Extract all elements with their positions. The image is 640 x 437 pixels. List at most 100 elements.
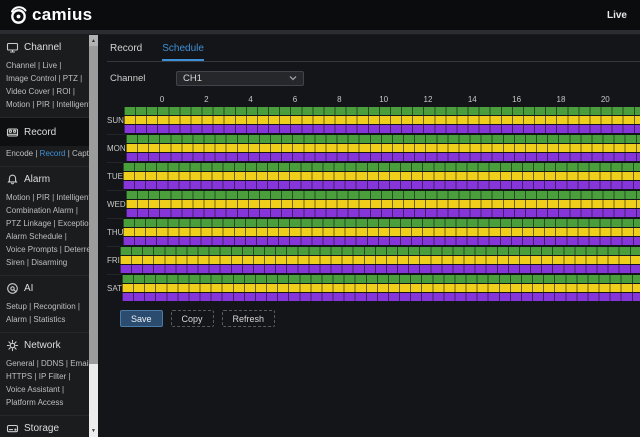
schedule-bar-record-normal[interactable] xyxy=(122,275,640,283)
schedule-bar-record-motion[interactable] xyxy=(123,172,640,180)
day-label: THU xyxy=(107,218,123,246)
tab-schedule[interactable]: Schedule xyxy=(162,43,204,61)
sidebar-link-email[interactable]: Email xyxy=(70,359,89,368)
sidebar-section-record: RecordEncode | Record | Capture xyxy=(0,117,89,166)
schedule-bar-record-normal[interactable] xyxy=(123,163,640,171)
sidebar-section-title: Storage xyxy=(24,423,59,434)
sidebar-link-motion[interactable]: Motion xyxy=(6,193,30,202)
day-label: FRI xyxy=(107,246,120,274)
schedule-bar-record-normal[interactable] xyxy=(120,247,640,255)
sidebar-link-combination-alarm[interactable]: Combination Alarm xyxy=(6,206,74,215)
day-label: SUN xyxy=(107,106,124,134)
sidebar-link-disarming[interactable]: Disarming xyxy=(31,258,67,267)
scrollbar-track-bottom[interactable]: ▼ xyxy=(89,364,98,437)
schedule-bar-record-normal[interactable] xyxy=(126,191,640,199)
sidebar-link-encode[interactable]: Encode xyxy=(6,149,33,158)
schedule-bar-record-motion[interactable] xyxy=(123,228,640,236)
sidebar-item: Combination Alarm | xyxy=(6,204,83,217)
live-menu-item[interactable]: Live xyxy=(607,10,627,21)
hour-tick-label: 0 xyxy=(160,95,164,104)
sidebar-link-intelligent[interactable]: Intelligent xyxy=(56,193,89,202)
sidebar-link-ip-filter[interactable]: IP Filter xyxy=(39,372,66,381)
hour-tick-label: 2 xyxy=(204,95,208,104)
sidebar-section-header-storage[interactable]: Storage xyxy=(0,416,89,437)
schedule-bar-record-pir[interactable] xyxy=(126,153,640,161)
sidebar-link-ptz[interactable]: PTZ xyxy=(63,74,78,83)
sidebar-link-record[interactable]: Record xyxy=(40,149,66,158)
sidebar-link-capture[interactable]: Capture xyxy=(72,149,89,158)
sidebar-link-ptz-linkage[interactable]: PTZ Linkage xyxy=(6,219,51,228)
sidebar-link-live[interactable]: Live xyxy=(42,61,57,70)
sidebar-link-statistics[interactable]: Statistics xyxy=(33,315,65,324)
sidebar-section-header-alarm[interactable]: Alarm xyxy=(0,167,89,190)
schedule-bar-record-normal[interactable] xyxy=(124,107,640,115)
sidebar-link-platform-access[interactable]: Platform Access xyxy=(6,398,63,407)
sidebar-link-siren[interactable]: Siren xyxy=(6,258,25,267)
channel-row: Channel CH1 xyxy=(107,71,640,86)
sidebar-link-alarm[interactable]: Alarm xyxy=(6,315,27,324)
sidebar-link-ddns[interactable]: DDNS xyxy=(41,359,64,368)
sidebar-link-pir[interactable]: PIR xyxy=(37,193,50,202)
sidebar-item: Motion | PIR | Intelligent xyxy=(6,98,83,111)
sidebar-link-channel[interactable]: Channel xyxy=(6,61,36,70)
copy-button[interactable]: Copy xyxy=(171,310,214,327)
main-panel: Record Schedule Channel CH1 024681012141… xyxy=(98,35,640,437)
scrollbar-up-arrow-icon[interactable]: ▲ xyxy=(89,35,98,46)
sidebar-link-setup[interactable]: Setup xyxy=(6,302,27,311)
schedule-bar-record-normal[interactable] xyxy=(123,219,640,227)
schedule-bar-record-pir[interactable] xyxy=(120,265,640,273)
sidebar-link-general[interactable]: General xyxy=(6,359,34,368)
sidebar-link-https[interactable]: HTTPS xyxy=(6,372,32,381)
sidebar-section-header-channel[interactable]: Channel xyxy=(0,35,89,58)
schedule-bar-record-motion[interactable] xyxy=(122,284,640,292)
sidebar-section-items: Motion | PIR | Intelligent |Combination … xyxy=(0,190,89,275)
refresh-button[interactable]: Refresh xyxy=(222,310,276,327)
schedule-bar-record-normal[interactable] xyxy=(126,135,640,143)
tab-record[interactable]: Record xyxy=(110,43,142,61)
schedule-bar-record-pir[interactable] xyxy=(123,181,640,189)
sidebar-section-storage: StorageDisk | Cloud | FTP xyxy=(0,415,89,437)
sidebar-link-motion[interactable]: Motion xyxy=(6,100,30,109)
day-label: MON xyxy=(107,134,126,162)
sidebar-link-voice-assistant[interactable]: Voice Assistant xyxy=(6,385,60,394)
sidebar-item: Alarm Schedule | xyxy=(6,230,83,243)
sidebar: ChannelChannel | Live |Image Control | P… xyxy=(0,35,89,437)
sidebar-scrollbar[interactable]: ▲ ▼ xyxy=(89,35,98,437)
schedule-bar-record-pir[interactable] xyxy=(122,293,640,301)
sidebar-link-roi[interactable]: ROI xyxy=(56,87,70,96)
sidebar-link-pir[interactable]: PIR xyxy=(37,100,50,109)
sidebar-section-title: AI xyxy=(24,283,33,294)
schedule-bar-record-motion[interactable] xyxy=(126,200,640,208)
hour-tick-label: 10 xyxy=(379,95,388,104)
hour-tick-label: 6 xyxy=(293,95,297,104)
sidebar-link-alarm-schedule[interactable]: Alarm Schedule xyxy=(6,232,62,241)
chevron-down-icon xyxy=(289,73,297,84)
schedule-bar-record-pir[interactable] xyxy=(123,237,640,245)
sidebar-link-deterrence[interactable]: Deterrence xyxy=(64,245,89,254)
network-icon xyxy=(6,339,19,352)
channel-select[interactable]: CH1 xyxy=(176,71,304,86)
sidebar-section-header-ai[interactable]: AI xyxy=(0,276,89,299)
day-label: TUE xyxy=(107,162,123,190)
schedule-bar-record-motion[interactable] xyxy=(124,116,640,124)
schedule-bar-record-motion[interactable] xyxy=(120,256,640,264)
content-area: ChannelChannel | Live |Image Control | P… xyxy=(0,35,640,437)
schedule-bar-record-pir[interactable] xyxy=(126,209,640,217)
sidebar-section-header-network[interactable]: Network xyxy=(0,333,89,356)
sidebar-link-video-cover[interactable]: Video Cover xyxy=(6,87,50,96)
sidebar-link-exception[interactable]: Exception xyxy=(58,219,89,228)
schedule-day-row-wed: WED xyxy=(107,190,640,218)
day-label: SAT xyxy=(107,274,122,302)
sidebar-section-channel: ChannelChannel | Live |Image Control | P… xyxy=(0,35,89,117)
sidebar-section-header-record[interactable]: Record xyxy=(0,118,89,146)
sidebar-link-voice-prompts[interactable]: Voice Prompts xyxy=(6,245,58,254)
sidebar-link-recognition[interactable]: Recognition xyxy=(33,302,75,311)
schedule-bar-record-motion[interactable] xyxy=(126,144,640,152)
sidebar-link-intelligent[interactable]: Intelligent xyxy=(56,100,89,109)
sidebar-link-image-control[interactable]: Image Control xyxy=(6,74,56,83)
schedule-bar-record-pir[interactable] xyxy=(124,125,640,133)
scrollbar-down-arrow-icon[interactable]: ▼ xyxy=(91,428,96,434)
sidebar-item-separator: | xyxy=(74,206,78,215)
scrollbar-thumb[interactable] xyxy=(89,46,98,364)
save-button[interactable]: Save xyxy=(120,310,163,327)
